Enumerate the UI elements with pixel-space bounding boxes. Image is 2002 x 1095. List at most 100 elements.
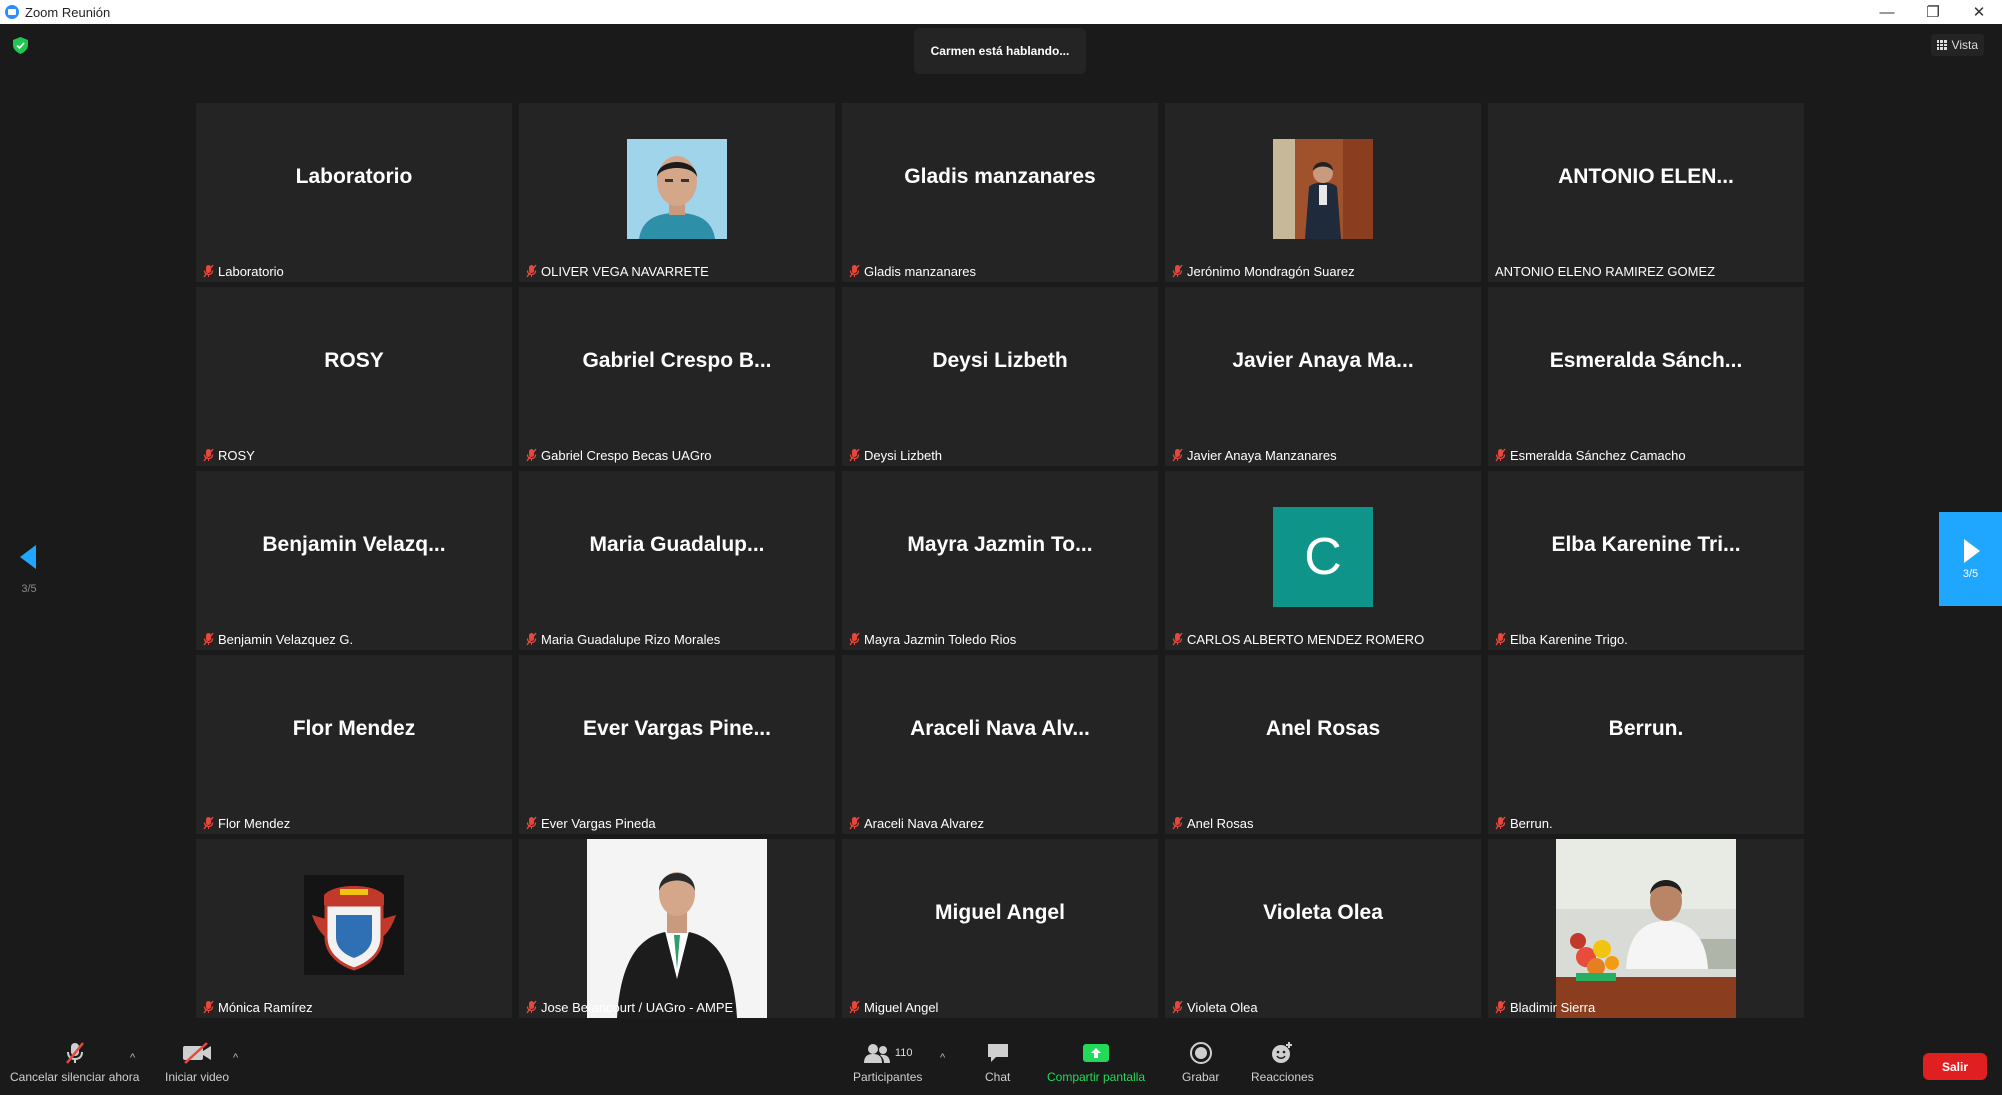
participant-display-name: Mayra Jazmin To... — [907, 533, 1093, 556]
participant-name-label: Araceli Nava Alvarez — [864, 815, 984, 831]
muted-mic-icon — [526, 1000, 537, 1014]
view-button[interactable]: Vista — [1930, 34, 1984, 56]
share-screen-button[interactable]: Compartir pantalla — [1047, 1042, 1145, 1084]
close-button[interactable]: ✕ — [1956, 0, 2002, 24]
participant-tile[interactable]: Mónica Ramírez — [196, 839, 512, 1018]
participant-display-name: Miguel Angel — [935, 901, 1065, 924]
muted-mic-icon — [1172, 448, 1183, 462]
participant-tile[interactable]: Jerónimo Mondragón Suarez — [1165, 103, 1481, 282]
start-video-button[interactable]: Iniciar video — [165, 1042, 229, 1084]
university-crest-logo — [304, 875, 404, 975]
participant-name-label: Miguel Angel — [864, 999, 939, 1015]
participant-name-label: Berrun. — [1510, 815, 1553, 831]
muted-mic-icon — [849, 264, 860, 278]
participant-name-label: ROSY — [218, 447, 255, 463]
participant-standing-photo — [1273, 139, 1373, 239]
audio-options-caret[interactable]: ^ — [130, 1052, 135, 1064]
muted-mic-icon — [526, 448, 537, 462]
participant-name-label: Laboratorio — [218, 263, 284, 279]
participant-display-name: Benjamin Velazq... — [262, 533, 446, 556]
participant-tile[interactable]: Laboratorio Laboratorio — [196, 103, 512, 282]
arrow-right-icon — [1963, 539, 1980, 563]
participant-tile[interactable]: Violeta Olea Violeta Olea — [1165, 839, 1481, 1018]
video-options-caret[interactable]: ^ — [233, 1052, 238, 1064]
participant-tile[interactable]: Benjamin Velazq... Benjamin Velazquez G. — [196, 471, 512, 650]
participants-count: 110 — [894, 1047, 913, 1059]
chat-icon — [987, 1044, 1008, 1062]
participant-display-name: Javier Anaya Ma... — [1232, 349, 1414, 372]
participant-tile[interactable]: ROSY ROSY — [196, 287, 512, 466]
participant-name-label: Bladimir Sierra — [1510, 999, 1596, 1015]
participant-tile[interactable]: Maria Guadalup... Maria Guadalupe Rizo M… — [519, 471, 835, 650]
share-screen-icon — [1083, 1044, 1110, 1062]
meeting-toolbar: Cancelar silenciar ahora ^ Iniciar video… — [0, 1024, 2002, 1095]
page-indicator-right: 3/5 — [1962, 568, 1979, 580]
page-indicator-left: 3/5 — [21, 583, 37, 595]
participant-tile[interactable]: OLIVER VEGA NAVARRETE — [519, 103, 835, 282]
muted-mic-icon — [1172, 632, 1183, 646]
unmute-button-label: Cancelar silenciar ahora — [10, 1070, 140, 1084]
participant-tile[interactable]: Javier Anaya Ma... Javier Anaya Manzanar… — [1165, 287, 1481, 466]
participant-display-name: Ever Vargas Pine... — [583, 717, 771, 740]
muted-mic-icon — [203, 816, 214, 830]
participant-tile[interactable]: Ever Vargas Pine... Ever Vargas Pineda — [519, 655, 835, 834]
participant-name-label: Jose Betancourt / UAGro - AMPE — [541, 999, 734, 1015]
participant-tile[interactable]: Esmeralda Sánch... Esmeralda Sánchez Cam… — [1488, 287, 1804, 466]
participant-tile[interactable]: Jose Betancourt / UAGro - AMPE — [519, 839, 835, 1018]
participant-tile[interactable]: Gladis manzanares Gladis manzanares — [842, 103, 1158, 282]
participant-tile[interactable]: Bladimir Sierra — [1488, 839, 1804, 1018]
participants-button-label: Participantes — [853, 1070, 923, 1084]
participant-tile[interactable]: Deysi Lizbeth Deysi Lizbeth — [842, 287, 1158, 466]
zoom-app-icon — [5, 5, 19, 19]
record-button[interactable]: Grabar — [1182, 1042, 1219, 1084]
participant-tile[interactable]: Berrun. Berrun. — [1488, 655, 1804, 834]
participant-tile[interactable]: Miguel Angel Miguel Angel — [842, 839, 1158, 1018]
record-icon — [1189, 1042, 1212, 1064]
reactions-button[interactable]: Reacciones — [1251, 1042, 1314, 1084]
security-shield-icon[interactable] — [13, 37, 28, 54]
arrow-left-icon — [20, 545, 36, 569]
participant-display-name: ROSY — [324, 349, 384, 372]
participant-display-name: Esmeralda Sánch... — [1549, 349, 1743, 372]
participant-display-name: Gladis manzanares — [904, 165, 1096, 188]
participant-tile[interactable]: Flor Mendez Flor Mendez — [196, 655, 512, 834]
share-screen-label: Compartir pantalla — [1047, 1070, 1146, 1084]
participant-tile[interactable]: C CARLOS ALBERTO MENDEZ ROMERO — [1165, 471, 1481, 650]
participant-tile[interactable]: Araceli Nava Alv... Araceli Nava Alvarez — [842, 655, 1158, 834]
participant-tile[interactable]: Mayra Jazmin To... Mayra Jazmin Toledo R… — [842, 471, 1158, 650]
muted-mic-icon — [849, 632, 860, 646]
unmute-button[interactable]: Cancelar silenciar ahora — [10, 1042, 139, 1084]
previous-page-button[interactable]: 3/5 — [18, 544, 40, 595]
participant-name-label: Elba Karenine Trigo. — [1510, 631, 1628, 647]
participants-button[interactable]: 110 Participantes — [853, 1042, 922, 1084]
next-page-button[interactable]: 3/5 — [1939, 512, 2002, 606]
muted-mic-icon — [849, 816, 860, 830]
participant-portrait-photo — [627, 139, 727, 239]
participant-name-label: Gladis manzanares — [864, 263, 976, 279]
participant-tile[interactable]: Anel Rosas Anel Rosas — [1165, 655, 1481, 834]
participant-display-name: Anel Rosas — [1265, 717, 1381, 740]
participant-name-label: Esmeralda Sánchez Camacho — [1510, 447, 1686, 463]
participant-name-label: Jerónimo Mondragón Suarez — [1187, 263, 1355, 279]
participants-options-caret[interactable]: ^ — [940, 1052, 945, 1064]
muted-mic-icon — [849, 448, 860, 462]
participant-display-name: Berrun. — [1608, 717, 1684, 740]
muted-mic-icon — [849, 1000, 860, 1014]
window-title: Zoom Reunión — [25, 4, 111, 20]
chat-button[interactable]: Chat — [985, 1042, 1010, 1084]
participant-display-name: Elba Karenine Tri... — [1551, 533, 1741, 556]
leave-meeting-button[interactable]: Salir — [1923, 1053, 1987, 1080]
participant-suit-photo — [587, 839, 767, 1018]
participant-tile[interactable]: Gabriel Crespo B... Gabriel Crespo Becas… — [519, 287, 835, 466]
participant-tile[interactable]: ANTONIO ELEN... ANTONIO ELENO RAMIREZ GO… — [1488, 103, 1804, 282]
participant-tile[interactable]: Elba Karenine Tri... Elba Karenine Trigo… — [1488, 471, 1804, 650]
muted-mic-icon — [203, 264, 214, 278]
participant-display-name: Flor Mendez — [292, 717, 416, 740]
participant-display-name: Violeta Olea — [1263, 901, 1383, 924]
active-speaker-banner: Carmen está hablando... — [914, 28, 1086, 74]
participant-name-label: Gabriel Crespo Becas UAGro — [541, 447, 712, 463]
minimize-button[interactable]: — — [1864, 0, 1910, 24]
muted-mic-icon — [1172, 816, 1183, 830]
restore-button[interactable]: ❐ — [1910, 0, 1956, 24]
muted-mic-icon — [1495, 448, 1506, 462]
